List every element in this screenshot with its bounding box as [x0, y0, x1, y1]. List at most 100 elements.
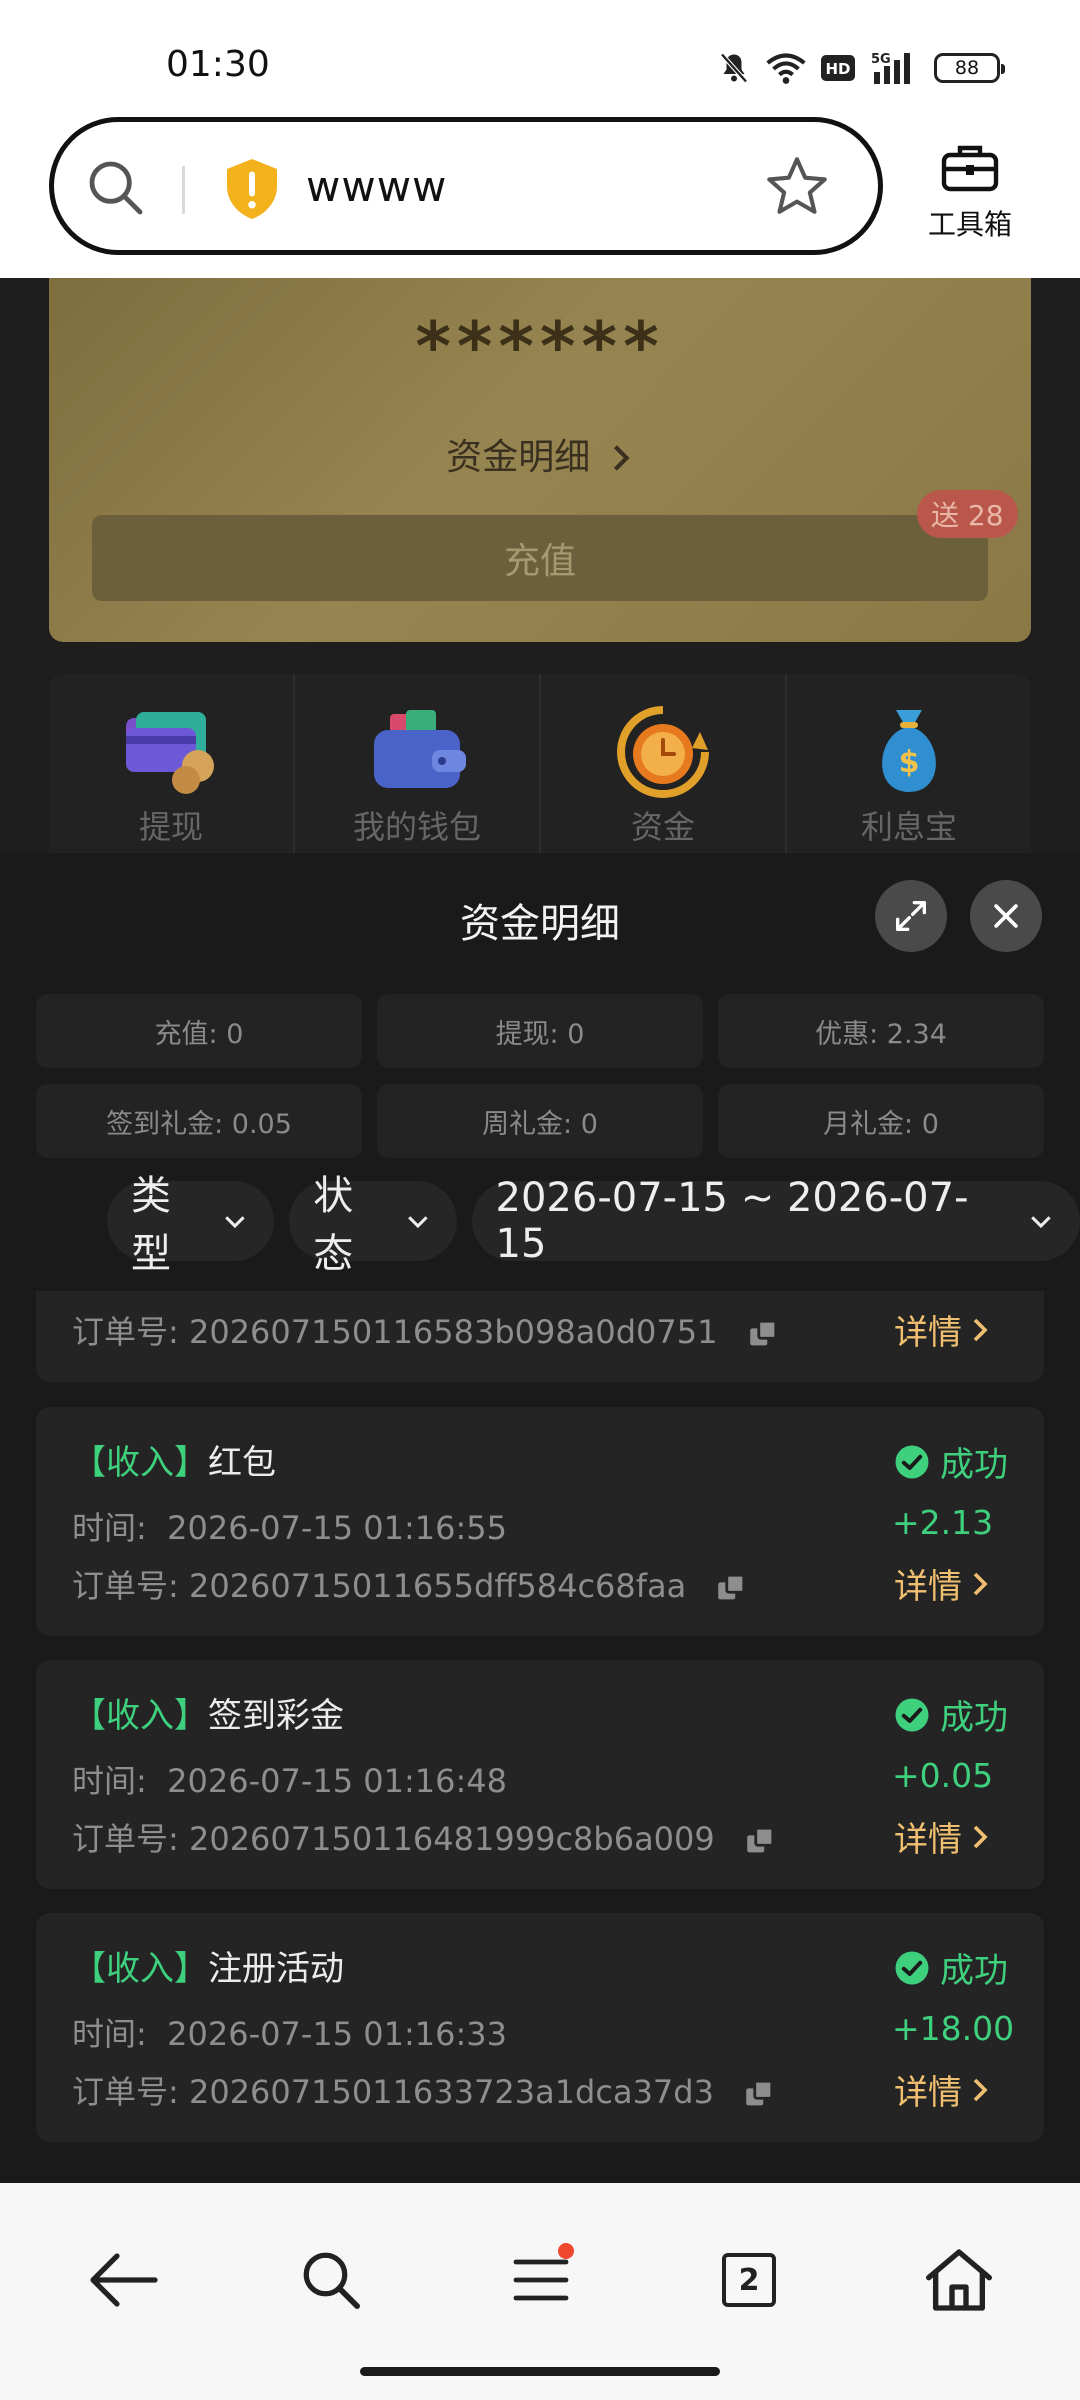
record-list[interactable]: 订单号: 202607150116583b098a0d0751 详情 【收入】红… [36, 1291, 1044, 2183]
svg-text:$: $ [899, 745, 920, 780]
record-type: 【收入】红包 [72, 1435, 276, 1484]
success-check-icon [895, 1445, 929, 1478]
quick-wallet-label: 我的钱包 [352, 808, 481, 846]
record-status-label: 成功 [940, 1445, 1008, 1485]
date-range-label: 2026-07-15 ~ 2026-07-15 [495, 1175, 969, 1267]
record-time: 时间: 2026-07-15 01:16:33 [72, 2009, 507, 2055]
copy-icon[interactable] [714, 1571, 748, 1605]
search-icon [303, 2252, 361, 2310]
svg-text:5G: 5G [871, 52, 891, 67]
record-card: 【收入】签到彩金 时间: 2026-07-15 01:16:48 订单号: 20… [36, 1660, 1044, 1889]
detail-link[interactable]: 详情 [894, 1559, 990, 1608]
battery-level: 88 [954, 57, 980, 79]
fund-detail-sheet: 资金明细 充值: 0 提现: 0 优惠: 2.34 签到礼金: 0.05 周礼金… [0, 853, 1080, 2183]
record-time-value: 2026-07-15 01:16:55 [167, 1509, 507, 1547]
chevron-right-icon [613, 445, 630, 471]
url-text[interactable]: wwww [306, 162, 447, 211]
chevron-down-icon [407, 1216, 428, 1229]
back-arrow-icon [90, 2253, 158, 2307]
url-separator [182, 166, 185, 214]
detail-link[interactable]: 详情 [894, 1812, 990, 1861]
record-tag: 【收入】 [72, 1696, 208, 1736]
quick-interest[interactable]: $ 利息宝 [787, 674, 1031, 853]
detail-link[interactable]: 详情 [894, 1305, 990, 1354]
status-bar: 01:30 HD 5G 88 [0, 0, 1080, 115]
signal-5g-icon: 5G [871, 52, 910, 84]
record-order-label: 订单号: [72, 1820, 179, 1858]
record-type-label: 注册活动 [208, 1949, 344, 1989]
quick-funds[interactable]: 资金 [541, 674, 787, 853]
expand-button[interactable] [875, 880, 947, 952]
back-button[interactable] [78, 2235, 168, 2325]
record-order-no: 202607150116481999c8b6a009 [188, 1820, 715, 1858]
search-button[interactable] [286, 2235, 376, 2325]
balance-card: ****** 资金明细 充值 送 28 [49, 278, 1031, 642]
quick-withdraw[interactable]: 提现 [49, 674, 295, 853]
quick-wallet[interactable]: 我的钱包 [295, 674, 541, 853]
detail-link-label: 详情 [894, 1567, 962, 1607]
record-time: 时间: 2026-07-15 01:16:55 [72, 1503, 507, 1549]
copy-icon[interactable] [743, 1824, 777, 1858]
record-amount: +0.05 [892, 1756, 994, 1795]
record-tag: 【收入】 [72, 1443, 208, 1483]
record-status: 成功 [894, 1690, 1008, 1739]
search-icon[interactable] [84, 156, 148, 220]
mute-bell-icon [720, 53, 748, 83]
date-range-filter[interactable]: 2026-07-15 ~ 2026-07-15 [471, 1175, 1080, 1267]
record-tag: 【收入】 [72, 1949, 208, 1989]
detail-link-label: 详情 [894, 1313, 962, 1353]
home-indicator[interactable] [360, 2367, 720, 2376]
type-filter[interactable]: 类型 [107, 1173, 275, 1277]
record-status-label: 成功 [940, 1698, 1008, 1738]
status-filter-label: 状态 [313, 1173, 354, 1277]
copy-icon[interactable] [742, 2077, 776, 2111]
status-filter[interactable]: 状态 [289, 1173, 457, 1277]
chevron-right-icon [973, 2078, 988, 2101]
bookmark-star-icon[interactable] [762, 152, 832, 222]
chevron-down-icon [1031, 1216, 1051, 1229]
recharge-button[interactable]: 充值 [92, 515, 988, 601]
money-bag-icon: $ [882, 710, 936, 792]
success-check-icon [895, 1698, 929, 1731]
record-type-label: 红包 [208, 1443, 276, 1483]
copy-icon[interactable] [746, 1317, 780, 1351]
record-card: 【收入】红包 时间: 2026-07-15 01:16:55 订单号: 2026… [36, 1407, 1044, 1636]
record-status-label: 成功 [940, 1951, 1008, 1991]
record-time-value: 2026-07-15 01:16:33 [167, 2015, 507, 2053]
tabs-button[interactable]: 2 [704, 2235, 794, 2325]
record-order-no: 202607150116583b098a0d0751 [188, 1313, 718, 1351]
record-order: 订单号: 20260715011655dff584c68faa [72, 1561, 748, 1607]
chevron-right-icon [973, 1572, 988, 1595]
detail-link-label: 详情 [894, 2073, 962, 2113]
type-filter-label: 类型 [131, 1173, 171, 1277]
quick-withdraw-label: 提现 [138, 808, 203, 846]
record-order: 订单号: 20260715011633723a1dca37d3 [72, 2067, 776, 2113]
detail-link[interactable]: 详情 [894, 2065, 990, 2114]
close-button[interactable] [970, 880, 1042, 952]
chevron-right-icon [973, 1318, 988, 1341]
record-amount: +2.13 [892, 1503, 994, 1542]
home-icon [925, 2249, 993, 2311]
fund-detail-link[interactable]: 资金明细 [49, 428, 1031, 480]
stat-withdraw: 提现: 0 [377, 994, 703, 1068]
record-order: 订单号: 202607150116481999c8b6a009 [72, 1814, 777, 1860]
fund-detail-link-label: 资金明细 [446, 437, 591, 478]
masked-balance: ****** [415, 308, 665, 387]
home-button[interactable] [914, 2235, 1004, 2325]
browser-address-bar: wwww 工具箱 [0, 115, 1080, 278]
record-order-label: 订单号: [72, 1313, 179, 1351]
chevron-right-icon [973, 1825, 988, 1848]
wallet-page: ****** 资金明细 充值 送 28 提现 我的钱包 资金 $ 利息宝 [0, 278, 1080, 853]
record-type: 【收入】注册活动 [72, 1941, 344, 1990]
record-time-label: 时间: [72, 1762, 147, 1800]
record-status: 成功 [894, 1437, 1008, 1486]
record-time-value: 2026-07-15 01:16:48 [167, 1762, 507, 1800]
menu-button[interactable] [496, 2235, 586, 2325]
toolbox-button[interactable]: 工具箱 [920, 141, 1020, 243]
filter-bar: 类型 状态 2026-07-15 ~ 2026-07-15 [107, 1173, 1080, 1277]
security-warning-shield-icon[interactable] [222, 156, 282, 222]
chevron-down-icon [225, 1216, 246, 1229]
url-field[interactable]: wwww [49, 117, 883, 255]
card-coin-icon [126, 712, 214, 794]
record-order-label: 订单号: [72, 2073, 179, 2111]
